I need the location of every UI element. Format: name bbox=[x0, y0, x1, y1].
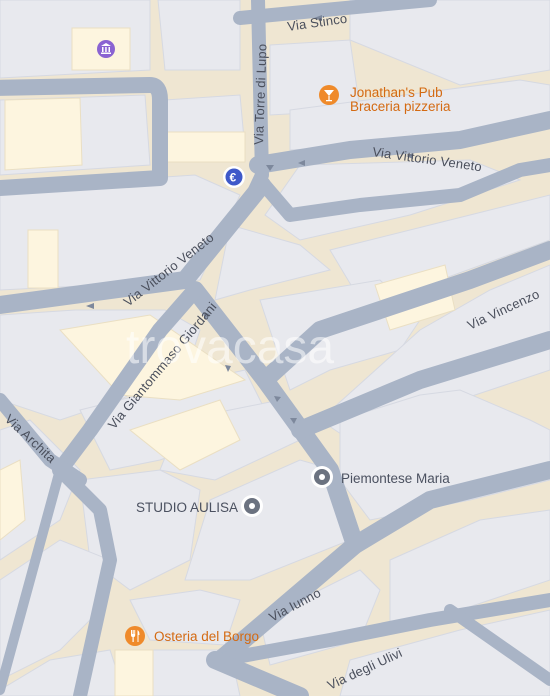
map-canvas[interactable]: Via Stinco Via Torre di Lupo Via Vittori… bbox=[0, 0, 550, 696]
jonathans-pub-subtitle: Braceria pizzeria bbox=[350, 99, 451, 114]
osteria-del-borgo-name: Osteria del Borgo bbox=[154, 629, 259, 644]
atm-poi[interactable]: € bbox=[223, 166, 245, 188]
studio-aulisa-name: STUDIO AULISA bbox=[136, 500, 238, 515]
museum-poi[interactable] bbox=[97, 40, 115, 58]
place-pin-dot bbox=[319, 474, 325, 480]
piemontese-maria-name: Piemontese Maria bbox=[341, 471, 450, 486]
place-pin-dot bbox=[249, 503, 255, 509]
jonathans-pub-name: Jonathan's Pub bbox=[350, 85, 443, 100]
euro-glyph: € bbox=[230, 171, 237, 185]
watermark: trovacasa bbox=[126, 321, 334, 374]
